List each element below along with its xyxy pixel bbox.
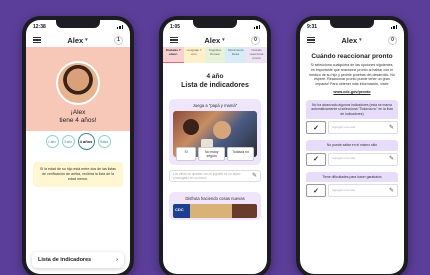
act-early-description: Si selecciona cualquiera de las opciones… — [309, 63, 395, 87]
child-name: Alex — [204, 35, 221, 45]
concern-checkbox[interactable]: ✓ — [306, 184, 326, 198]
app-bar: Alex ▾ 1 — [26, 33, 130, 47]
phone-1-screen: 12:38 Alex ▾ 1 ¡Alex tiene 4 años! 1 año… — [26, 20, 130, 274]
status-time: 9:31 — [307, 23, 318, 30]
cdc-logo: CDC — [175, 207, 184, 212]
app-bar: Alex ▾ 0 — [163, 33, 267, 47]
answer-not-yet-button[interactable]: Todavía no — [227, 147, 254, 161]
menu-icon[interactable] — [33, 36, 41, 44]
menu-icon[interactable] — [307, 36, 315, 44]
signal-icon — [390, 24, 397, 29]
photo-figure — [183, 119, 199, 135]
page-heading: 4 año Lista de indicadores — [163, 73, 267, 89]
notification-badge[interactable]: 0 — [387, 35, 397, 45]
list-button-label: Lista de indicadores — [38, 257, 92, 263]
phone-2: 1:05 Alex ▾ 0 Sociales Y emoc. Lenguaje … — [159, 16, 271, 275]
concern-item: Tiene dificultades para hacer garabatos … — [306, 171, 398, 198]
answer-unsure-button[interactable]: No estoy seguro — [198, 147, 226, 161]
tab-act-early[interactable]: Cuándo reaccionar pronto — [246, 47, 267, 63]
child-selector[interactable]: Alex ▾ — [204, 36, 224, 45]
page-title: Cuándo reaccionar pronto — [311, 53, 393, 60]
concern-item: No ha alcanzado algunos indicadores (est… — [306, 99, 398, 135]
concern-row: ✓ Agregar una nota ✎ — [306, 121, 398, 135]
chevron-down-icon: ▾ — [359, 37, 362, 43]
app-bar: Alex ▾ 0 — [300, 33, 404, 47]
note-placeholder: Agregar una nota — [332, 124, 356, 129]
pencil-icon[interactable]: ✎ — [252, 173, 257, 179]
notification-badge[interactable]: 0 — [250, 35, 260, 45]
milestone-list-button[interactable]: Lista de indicadores › — [32, 252, 124, 268]
pencil-icon[interactable]: ✎ — [389, 156, 394, 162]
concern-row: ✓ Agregar una nota ✎ — [306, 184, 398, 198]
milestone-card: Juega a "papá y mamá" Sí No estoy seguro… — [169, 99, 261, 165]
cdc-link[interactable]: www.cdc.gov/pronto — [300, 90, 404, 94]
tab-cognitive[interactable]: Cognitivo Pensar — [204, 47, 226, 63]
greeting-line-2: tiene 4 años! — [59, 117, 97, 124]
age-option[interactable]: Salsa — [97, 135, 111, 148]
phone-3: 9:31 Alex ▾ 0 Cuándo reaccionar pronto S… — [296, 16, 408, 275]
pencil-icon[interactable]: ✎ — [389, 188, 394, 194]
note-placeholder: Agregar una nota — [332, 156, 356, 161]
phone-1: 12:38 Alex ▾ 1 ¡Alex tiene 4 años! 1 año… — [22, 16, 134, 275]
notch — [193, 20, 237, 28]
phone-2-screen: 1:05 Alex ▾ 0 Sociales Y emoc. Lenguaje … — [163, 20, 267, 274]
status-time: 12:38 — [33, 23, 46, 30]
comment-field[interactable]: Los niños se quedan con el juguete es un… — [169, 170, 261, 182]
chevron-right-icon: › — [116, 257, 118, 263]
greeting: ¡Alex tiene 4 años! — [26, 109, 130, 125]
answer-options: Sí No estoy seguro Todavía no — [173, 147, 257, 161]
child-name: Alex — [67, 35, 84, 45]
signal-icon — [253, 24, 260, 29]
heading-age: 4 año — [206, 73, 224, 80]
page-title: Lista de indicadores — [181, 82, 249, 89]
note-field[interactable]: Agregar una nota ✎ — [328, 184, 398, 198]
concern-label: No ha alcanzado algunos indicadores (est… — [306, 99, 398, 120]
phone-3-screen: 9:31 Alex ▾ 0 Cuándo reaccionar pronto S… — [300, 20, 404, 274]
tab-movement[interactable]: Movimiento Desa. — [225, 47, 247, 63]
concern-label: No puede saltar en el mismo sitio — [306, 140, 398, 151]
milestone-card-2: Disfruta haciendo cosas nuevas CDC — [169, 192, 261, 220]
answer-yes-button[interactable]: Sí — [176, 147, 197, 161]
milestone-title-2: Disfruta haciendo cosas nuevas — [185, 196, 245, 201]
category-tabs: Sociales Y emoc. Lenguaje Y com. Cogniti… — [163, 47, 267, 63]
note-field[interactable]: Agregar una nota ✎ — [328, 152, 398, 166]
child-selector[interactable]: Alex ▾ — [67, 36, 87, 45]
signal-icon — [116, 24, 123, 29]
concern-row: ✓ Agregar una nota ✎ — [306, 152, 398, 166]
age-selector: 1 año 3 año 4 años Salsa — [26, 133, 130, 150]
pencil-icon[interactable]: ✎ — [389, 125, 394, 131]
age-option[interactable]: 1 año — [45, 135, 59, 148]
tab-language[interactable]: Lenguaje Y com. — [183, 47, 205, 63]
note-field[interactable]: Agregar una nota ✎ — [328, 121, 398, 135]
concern-checkbox[interactable]: ✓ — [306, 152, 326, 166]
comment-placeholder: Los niños se quedan con el juguete es un… — [173, 172, 241, 180]
concern-checkbox[interactable]: ✓ — [306, 121, 326, 135]
menu-icon[interactable] — [170, 36, 178, 44]
notification-badge[interactable]: 1 — [113, 35, 123, 45]
notch — [56, 20, 100, 28]
photo-figure — [213, 121, 231, 139]
age-note: Si la edad de su hijo está entre dos de … — [33, 162, 123, 187]
age-option[interactable]: 3 año — [61, 135, 75, 148]
notch — [330, 20, 374, 28]
chevron-down-icon: ▾ — [85, 37, 88, 43]
greeting-line-1: ¡Alex — [70, 109, 86, 116]
milestone-title: Juega a "papá y mamá" — [192, 103, 238, 108]
note-placeholder: Agregar una nota — [332, 187, 356, 192]
chevron-down-icon: ▾ — [222, 37, 225, 43]
concern-label: Tiene dificultades para hacer garabatos — [306, 171, 398, 183]
milestone-photo-2: CDC — [173, 204, 257, 218]
child-selector[interactable]: Alex ▾ — [341, 36, 361, 45]
status-time: 1:05 — [170, 23, 181, 30]
tab-social[interactable]: Sociales Y emoc. — [163, 47, 184, 63]
child-name: Alex — [341, 35, 358, 45]
avatar — [56, 61, 100, 105]
age-option-active[interactable]: 4 años — [77, 133, 95, 150]
concern-item: No puede saltar en el mismo sitio ✓ Agre… — [306, 140, 398, 166]
